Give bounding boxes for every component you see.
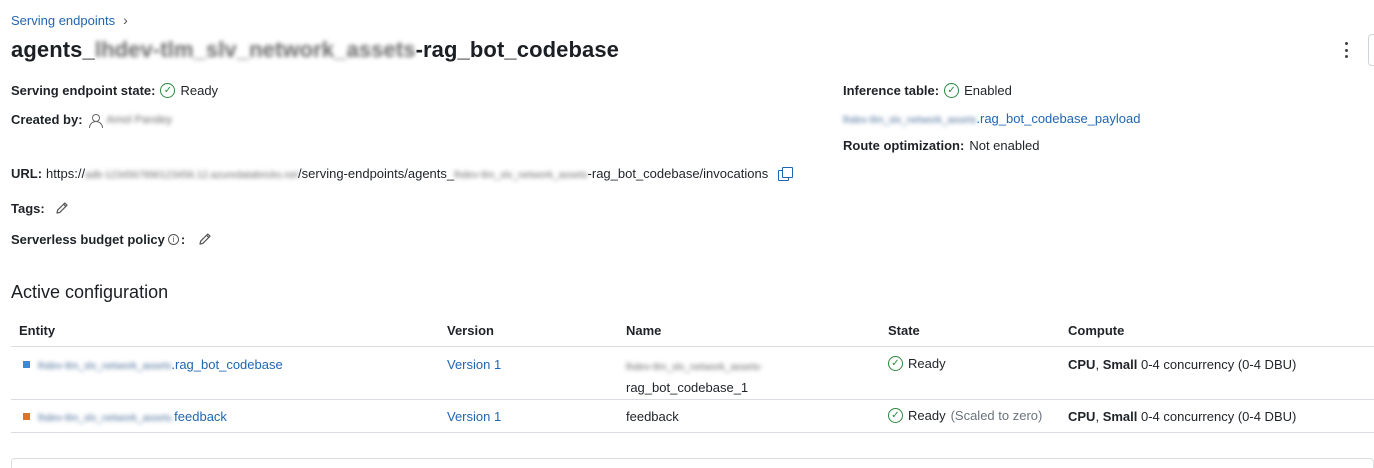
state-value: Ready <box>908 408 946 423</box>
check-circle-icon: ✓ <box>160 83 176 98</box>
next-section-container <box>11 458 1374 468</box>
table-row: lhdev-tlm_slv_network_assets.feedback Ve… <box>11 400 1374 433</box>
info-icon[interactable]: i <box>167 233 179 245</box>
payload-table-link-row: lhdev-tlm_slv_network_assets.rag_bot_cod… <box>843 111 1140 126</box>
state-cell: ✓ Ready (Scaled to zero) <box>888 408 1042 423</box>
check-circle-icon: ✓ <box>888 356 903 371</box>
active-configuration-title: Active configuration <box>11 282 169 302</box>
compute-cell: CPU, Small 0-4 concurrency (0-4 DBU) <box>1068 357 1297 372</box>
payload-suffix: .rag_bot_codebase_payload <box>976 111 1141 126</box>
title-prefix: agents_ <box>11 37 95 62</box>
inference-table-value: Enabled <box>964 83 1012 98</box>
url-label: URL: <box>11 166 43 181</box>
table-header: Entity Version Name State Compute <box>11 316 1374 347</box>
url-redacted-host: adb-1234567890123456.12.azuredatabricks.… <box>85 170 299 181</box>
column-header-compute: Compute <box>1068 323 1125 338</box>
route-optimization-label: Route optimization: <box>843 138 965 153</box>
entity-redacted: lhdev-tlm_slv_network_assets <box>38 361 172 372</box>
created-by-value: Amol Pandey <box>106 113 172 126</box>
url-row: URL: https://adb-1234567890123456.12.azu… <box>11 166 794 181</box>
entity-color-marker <box>23 413 30 421</box>
version-link[interactable]: Version 1 <box>447 409 501 424</box>
version-cell: Version 1 <box>447 409 501 424</box>
pencil-icon[interactable] <box>54 200 70 216</box>
check-circle-icon: ✓ <box>944 83 960 98</box>
tags-label: Tags: <box>11 200 45 216</box>
payload-redacted: lhdev-tlm_slv_network_assets <box>843 115 977 126</box>
page-title: agents_lhdev-tlm_slv_network_assets-rag_… <box>11 37 619 63</box>
entity-suffix: .rag_bot_codebase <box>171 357 283 372</box>
check-circle-icon: ✓ <box>888 408 903 423</box>
name-value: feedback <box>626 409 679 424</box>
url-redacted-name: lhdev-tlm_slv_network_assets <box>454 170 588 181</box>
entity-link[interactable]: lhdev-tlm_slv_network_assets.feedback <box>38 409 227 424</box>
inference-table-row: Inference table: ✓ Enabled <box>843 83 1012 98</box>
compute-cell: CPU, Small 0-4 concurrency (0-4 DBU) <box>1068 409 1297 424</box>
created-by-label: Created by: <box>11 112 83 127</box>
compute-size: Small <box>1102 357 1138 372</box>
chevron-right-icon: › <box>123 12 128 28</box>
entity-redacted: lhdev-tlm_slv_network_assets. <box>38 413 175 424</box>
entity-cell: lhdev-tlm_slv_network_assets.rag_bot_cod… <box>23 357 283 372</box>
state-note: (Scaled to zero) <box>950 408 1043 423</box>
table-row: lhdev-tlm_slv_network_assets.rag_bot_cod… <box>11 347 1374 400</box>
copy-icon[interactable] <box>778 166 794 181</box>
endpoint-state-value: Ready <box>180 83 219 98</box>
entity-cell: lhdev-tlm_slv_network_assets.feedback <box>23 409 227 424</box>
compute-rest: 0-4 concurrency (0-4 DBU) <box>1141 357 1297 372</box>
name-redacted: lhdev-tlm_slv_network_assets- <box>626 362 763 373</box>
url-prefix: https:// <box>46 166 86 181</box>
version-cell: Version 1 <box>447 357 501 372</box>
config-table: Entity Version Name State Compute lhdev-… <box>11 316 1374 433</box>
entity-color-marker <box>23 361 30 369</box>
budget-policy-row: Serverless budget policy i : <box>11 231 213 247</box>
title-suffix: -rag_bot_codebase <box>415 37 620 62</box>
route-optimization-value: Not enabled <box>969 138 1040 153</box>
column-header-entity: Entity <box>19 323 56 338</box>
url-suffix: -rag_bot_codebase/invocations <box>587 166 769 181</box>
breadcrumb: Serving endpoints › <box>11 11 128 29</box>
column-header-name: Name <box>626 323 662 338</box>
version-link[interactable]: Version 1 <box>447 357 501 372</box>
pencil-icon[interactable] <box>197 231 213 247</box>
url-value[interactable]: https://adb-1234567890123456.12.azuredat… <box>46 166 768 181</box>
entity-link[interactable]: lhdev-tlm_slv_network_assets.rag_bot_cod… <box>38 357 283 372</box>
route-optimization-row: Route optimization: Not enabled <box>843 138 1039 153</box>
created-by-row: Created by: Amol Pandey <box>11 112 172 128</box>
user-icon <box>88 113 103 128</box>
column-header-state: State <box>888 323 920 338</box>
side-panel-button[interactable] <box>1368 34 1374 66</box>
kebab-menu-icon[interactable] <box>1337 40 1355 60</box>
endpoint-state-row: Serving endpoint state: ✓ Ready <box>11 83 218 98</box>
budget-policy-label: Serverless budget policy <box>11 231 165 247</box>
name-cell: feedback <box>626 409 679 424</box>
state-value: Ready <box>908 356 946 371</box>
compute-cpu: CPU <box>1068 357 1096 372</box>
breadcrumb-serving-endpoints-link[interactable]: Serving endpoints <box>11 13 115 28</box>
entity-suffix: feedback <box>174 409 227 424</box>
budget-policy-colon: : <box>180 231 186 247</box>
tags-row: Tags: <box>11 200 70 216</box>
payload-table-link[interactable]: lhdev-tlm_slv_network_assets.rag_bot_cod… <box>843 111 1140 126</box>
name-line2: rag_bot_codebase_1 <box>626 380 749 395</box>
endpoint-state-label: Serving endpoint state: <box>11 83 156 98</box>
state-cell: ✓ Ready <box>888 356 946 371</box>
compute-cpu: CPU <box>1068 409 1096 424</box>
title-redacted: lhdev-tlm_slv_network_assets <box>94 37 416 62</box>
compute-size: Small <box>1102 409 1138 424</box>
url-mid: /serving-endpoints/agents_ <box>298 166 455 181</box>
compute-rest: 0-4 concurrency (0-4 DBU) <box>1141 409 1297 424</box>
name-cell: lhdev-tlm_slv_network_assets- rag_bot_co… <box>626 356 763 398</box>
inference-table-label: Inference table: <box>843 83 940 98</box>
column-header-version: Version <box>447 323 494 338</box>
